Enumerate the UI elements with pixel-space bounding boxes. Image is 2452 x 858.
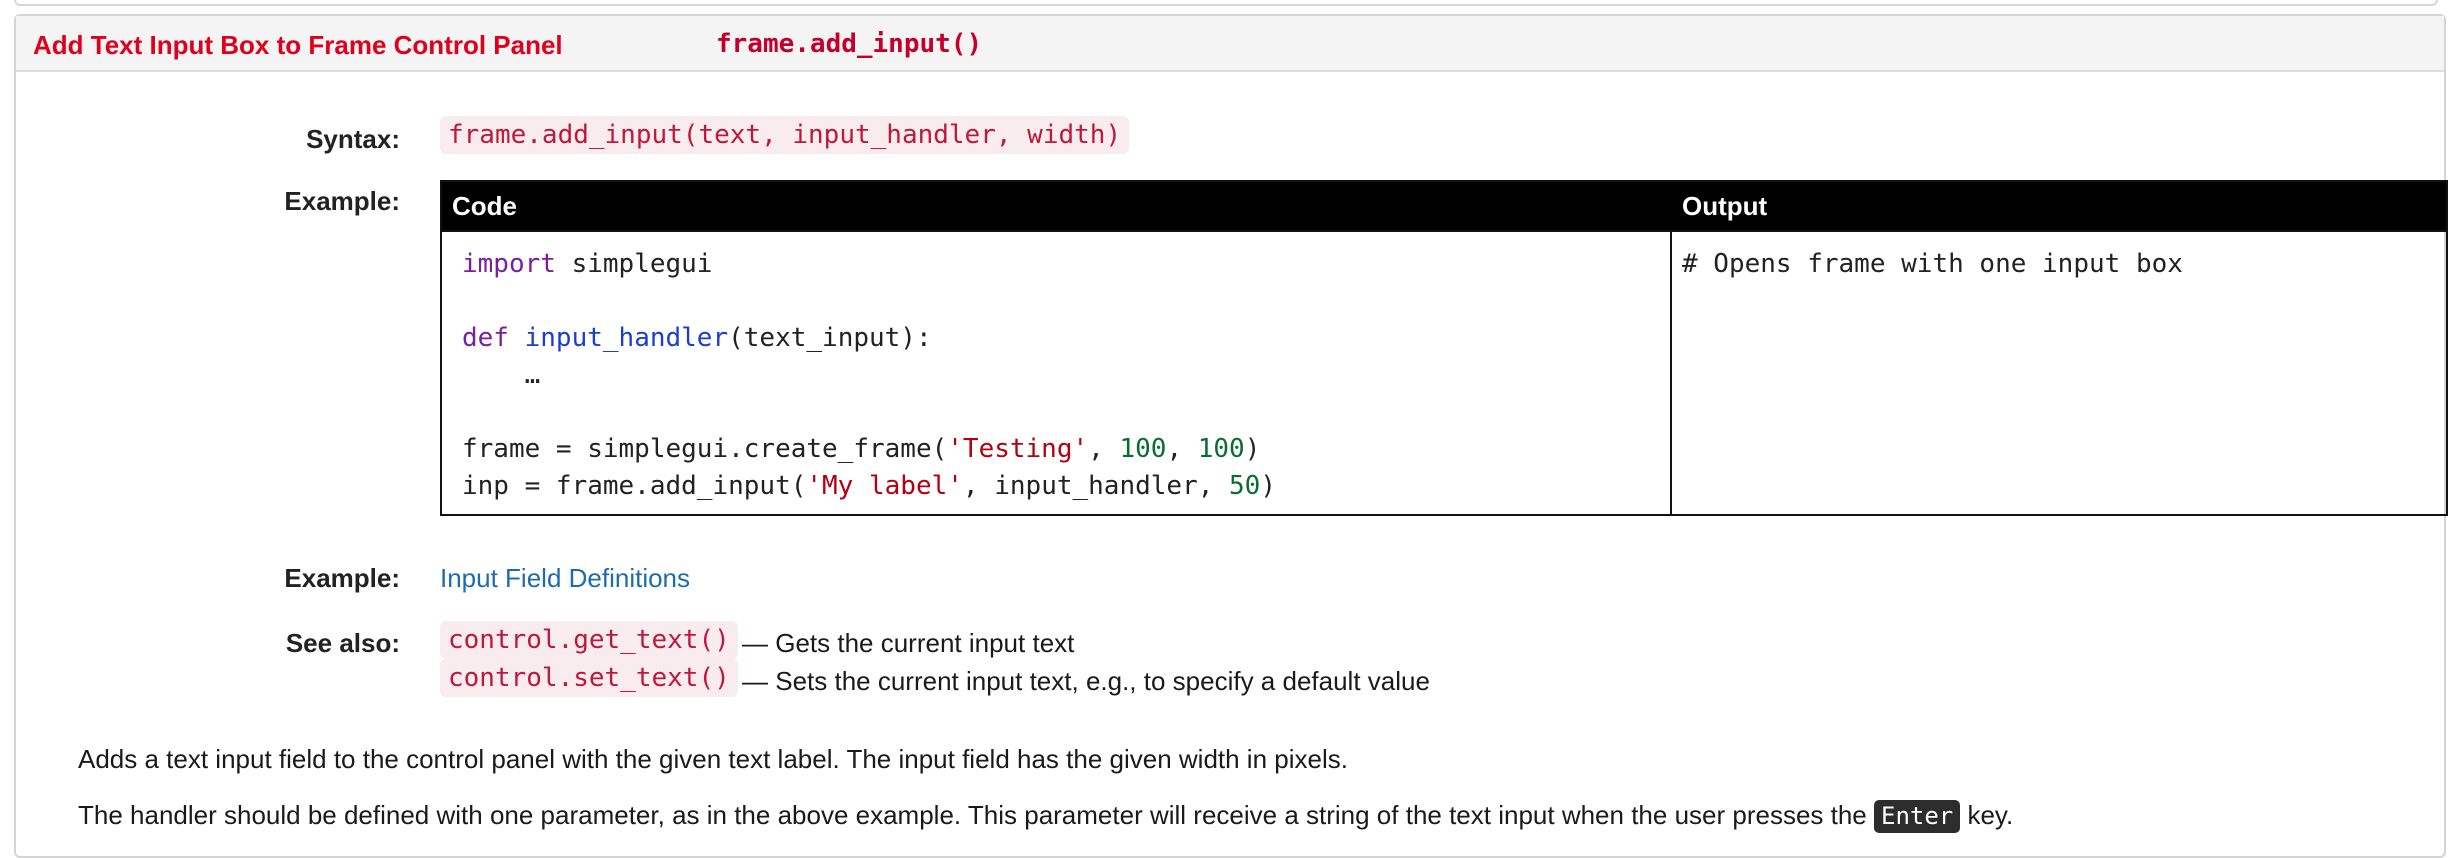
example-link-label: Example: xyxy=(284,563,400,593)
column-header-output: Output xyxy=(1682,191,1768,221)
description-paragraph-2-lead: The handler should be defined with one p… xyxy=(78,800,1874,830)
code-line: def input_handler(text_input): xyxy=(462,320,1276,357)
syntax-label: Syntax: xyxy=(306,124,400,154)
doc-entry-panel: Add Text Input Box to Frame Control Pane… xyxy=(14,14,2448,858)
panel-header: Add Text Input Box to Frame Control Pane… xyxy=(16,16,2444,72)
see-also-set-text-code: control.set_text() xyxy=(440,659,738,697)
see-also-get-text-code: control.get_text() xyxy=(440,621,738,659)
previous-panel-edge xyxy=(14,0,2438,6)
code-token: 'My label' xyxy=(806,471,963,501)
code-token: input_handler xyxy=(524,323,729,353)
code-token: 100 xyxy=(1119,434,1167,464)
code-token: simplegui xyxy=(555,249,713,279)
syntax-code: frame.add_input(text, input_handler, wid… xyxy=(440,116,1130,154)
description-paragraph-2-tail: key. xyxy=(1960,800,2014,830)
table-column-divider xyxy=(1670,230,1672,514)
example-code-block: import simplegui def input_handler(text_i… xyxy=(462,246,1276,505)
description-paragraph-2: The handler should be defined with one p… xyxy=(78,800,2013,833)
table-header: Code Output xyxy=(442,182,2446,230)
code-token: (text_input): xyxy=(728,323,932,353)
column-header-code: Code xyxy=(452,191,517,221)
code-token: , xyxy=(1088,434,1120,464)
code-token: import xyxy=(462,249,556,279)
example-label: Example: xyxy=(284,186,400,216)
code-token: , xyxy=(1166,434,1198,464)
docs-page: Add Text Input Box to Frame Control Pane… xyxy=(0,0,2452,858)
code-token: … xyxy=(462,360,541,390)
code-line: frame = simplegui.create_frame('Testing'… xyxy=(462,431,1276,468)
code-token: 'Testing' xyxy=(947,434,1089,464)
see-also-label: See also: xyxy=(285,628,400,658)
see-also-get-text-desc: — Gets the current input text xyxy=(742,628,1075,658)
example-table: Code Output import simplegui def input_ha… xyxy=(440,180,2448,516)
code-token: 100 xyxy=(1197,434,1245,464)
code-token: , input_handler, xyxy=(962,471,1230,501)
code-token: ) xyxy=(1260,471,1276,501)
code-line: import simplegui xyxy=(462,246,1276,283)
code-token: inp = frame.add_input( xyxy=(462,471,807,501)
entry-function-signature: frame.add_input() xyxy=(716,29,983,59)
code-token: 50 xyxy=(1229,471,1261,501)
entry-title: Add Text Input Box to Frame Control Pane… xyxy=(33,30,563,60)
code-token: ) xyxy=(1244,434,1261,464)
enter-key-badge: Enter xyxy=(1874,800,1961,833)
see-also-set-text-desc: — Sets the current input text, e.g., to … xyxy=(742,666,1430,696)
code-line: inp = frame.add_input('My label', input_… xyxy=(462,468,1276,505)
example-output-block: # Opens frame with one input box xyxy=(1682,249,2183,279)
input-field-definitions-link[interactable]: Input Field Definitions xyxy=(440,563,690,594)
code-token: frame = simplegui.create_frame( xyxy=(462,434,948,464)
description-paragraph-1: Adds a text input field to the control p… xyxy=(78,744,1348,774)
code-line: … xyxy=(462,357,1276,394)
table-header-divider xyxy=(442,230,2446,232)
code-token: def xyxy=(462,323,509,353)
